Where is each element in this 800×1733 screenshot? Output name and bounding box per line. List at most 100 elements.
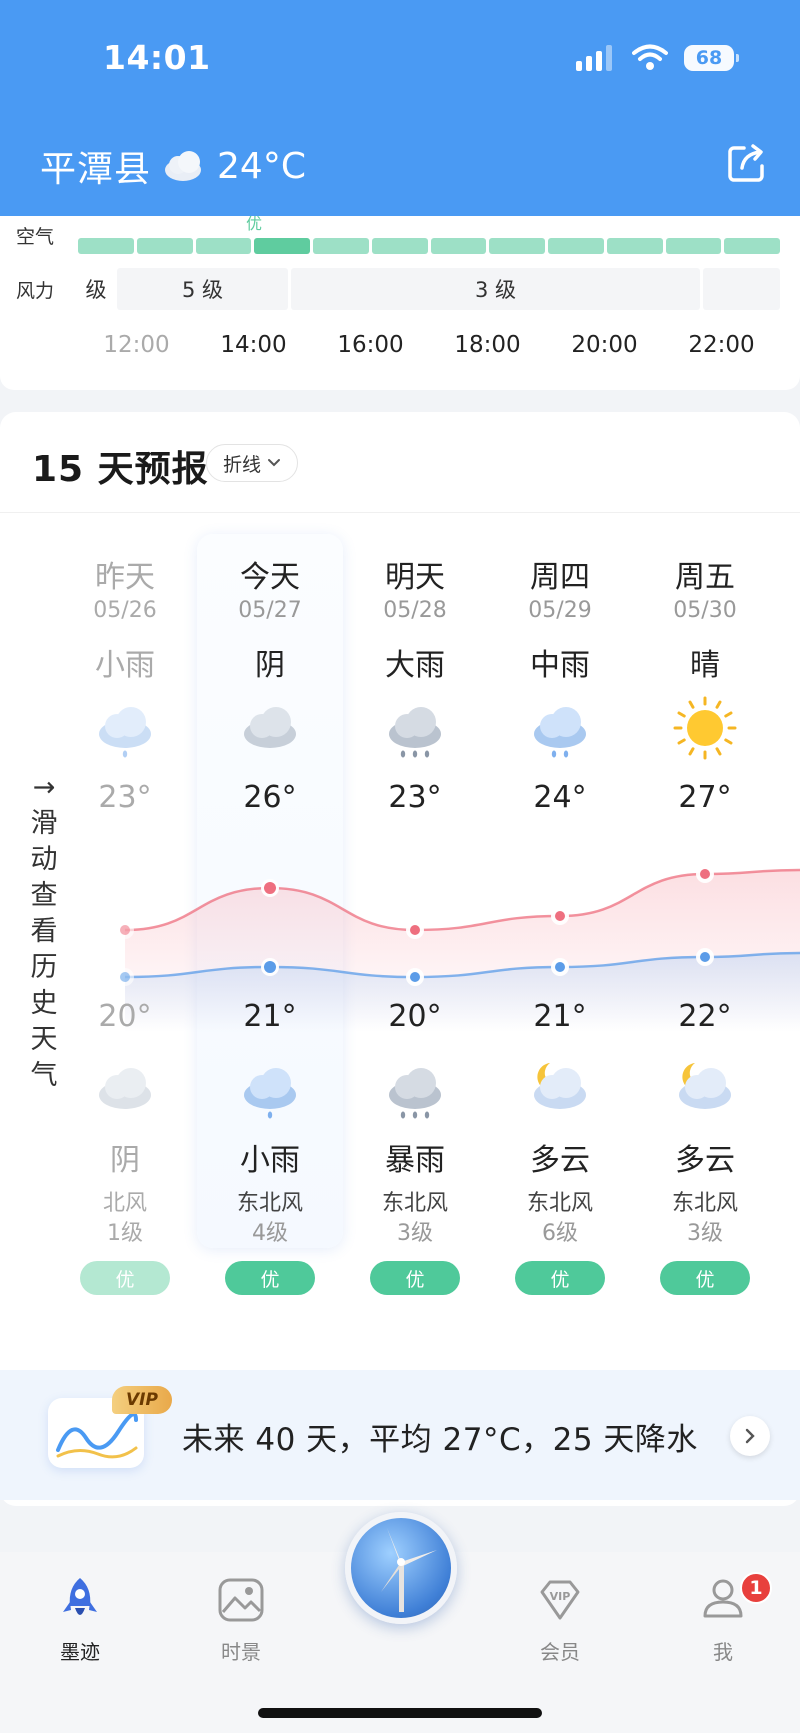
day-weather-icon	[238, 696, 302, 760]
arrow-right-icon: →	[32, 772, 56, 803]
svg-text:VIP: VIP	[550, 1590, 571, 1603]
hourly-forecast-card[interactable]: 空气 优 风力 级 5 级 3 级 12:00 14:00 16:00 18:0…	[0, 216, 800, 390]
night-condition: 小雨	[240, 1143, 300, 1178]
aq-segment	[606, 238, 663, 254]
center-video-button[interactable]	[345, 1512, 457, 1624]
overcast-cloud-icon	[244, 707, 296, 748]
aq-segment	[78, 238, 134, 254]
divider	[0, 512, 800, 513]
day-name: 昨天	[95, 560, 155, 595]
wind-direction: 东北风	[671, 1191, 738, 1216]
day-name: 今天	[240, 560, 300, 595]
day-name: 明天	[385, 560, 445, 595]
home-indicator[interactable]	[258, 1708, 542, 1718]
picture-icon	[218, 1578, 264, 1622]
day-weather-icon	[673, 696, 737, 760]
day-condition: 阴	[255, 648, 285, 683]
fifteen-day-forecast-card[interactable]: 15 天预报 折线 → 滑 动 查 看 历 史 天 气 昨天 05/26 小雨 …	[0, 412, 800, 1506]
day-weather-icon	[93, 696, 157, 760]
long-range-summary: 未来 40 天，平均 27°C，25 天降水	[182, 1422, 698, 1458]
air-quality-chip[interactable]: 优	[80, 1261, 170, 1295]
forecast-day-1[interactable]: 今天 05/27 阴 26°	[200, 552, 340, 820]
hour-label: 22:00	[688, 332, 755, 358]
moderate-rain-cloud-icon	[534, 707, 586, 758]
chevron-right-icon[interactable]	[730, 1416, 770, 1456]
vip-badge: VIP	[112, 1386, 172, 1414]
overcast-cloud-icon	[99, 1068, 151, 1109]
night-condition: 多云	[530, 1143, 590, 1178]
wind-segment: 级	[78, 268, 114, 310]
wind-direction: 东北风	[381, 1191, 448, 1216]
signal-icon	[576, 45, 612, 71]
chevron-down-icon	[268, 459, 281, 467]
chart-mode-dropdown[interactable]: 折线	[206, 444, 299, 482]
hour-label: 18:00	[454, 332, 521, 358]
forecast-day-3[interactable]: 周四 05/29 中雨 24°	[490, 552, 630, 820]
night-weather-icon	[383, 1057, 447, 1121]
location-row[interactable]: 平潭县 24°C	[40, 140, 306, 192]
low-temp-point	[410, 972, 420, 982]
day-condition: 晴	[690, 648, 720, 683]
long-range-forecast-banner[interactable]: VIP 未来 40 天，平均 27°C，25 天降水	[0, 1370, 800, 1500]
aq-segment	[548, 238, 604, 254]
day-date: 05/26	[93, 598, 157, 623]
low-temperature: 22°	[678, 999, 732, 1034]
wind-direction: 东北风	[236, 1191, 303, 1216]
wind-direction: 北风	[102, 1191, 147, 1216]
low-temperature: 20°	[388, 999, 442, 1034]
low-temp-point	[700, 952, 710, 962]
high-temp-point	[410, 925, 420, 935]
night-weather-icon	[528, 1057, 592, 1121]
day-date: 05/29	[528, 598, 592, 623]
low-temperature: 21°	[243, 999, 297, 1034]
vip-diamond-icon: VIP	[540, 1580, 580, 1620]
city-name[interactable]: 平潭县	[40, 140, 151, 192]
nav-label: 墨迹	[60, 1640, 100, 1664]
hour-label: 12:00	[103, 332, 170, 358]
air-quality-chip[interactable]: 优	[370, 1261, 460, 1295]
forecast-night-1[interactable]: 21° 小雨 东北风 4级 优	[200, 999, 340, 1295]
aq-segment	[489, 238, 545, 254]
low-temp-point	[120, 972, 130, 982]
share-button[interactable]	[724, 140, 770, 186]
high-temperature: 23°	[98, 780, 152, 815]
forecast-night-2[interactable]: 20° 暴雨 东北风 3级 优	[345, 999, 485, 1295]
nav-item-shijing[interactable]: 时景	[181, 1574, 301, 1665]
forecast-day-2[interactable]: 明天 05/28 大雨 23°	[345, 552, 485, 820]
rocket-icon	[63, 1578, 97, 1615]
hour-labels: 12:00 14:00 16:00 18:00 20:00 22:00	[78, 332, 780, 358]
forecast-night-4[interactable]: 22° 多云 东北风 3级 优	[635, 999, 775, 1295]
nav-item-moji[interactable]: 墨迹	[20, 1574, 140, 1665]
light-rain-cloud-icon	[99, 707, 151, 758]
battery-icon: 68	[684, 45, 739, 71]
high-temperature: 24°	[533, 780, 587, 815]
aq-segment	[254, 238, 310, 254]
chart-mode-label: 折线	[223, 453, 262, 476]
high-temp-point	[700, 869, 710, 879]
day-weather-icon	[383, 696, 447, 760]
hint-char: 气	[30, 1060, 58, 1091]
moon-cloud-icon	[679, 1063, 731, 1109]
moon-cloud-icon	[534, 1063, 586, 1109]
forecast-day-4[interactable]: 周五 05/30 晴 27°	[635, 552, 775, 820]
hour-label: 20:00	[571, 332, 638, 358]
air-quality-chip[interactable]: 优	[515, 1261, 605, 1295]
nav-item-vip[interactable]: VIP 会员	[500, 1574, 620, 1665]
low-temperature: 20°	[98, 999, 152, 1034]
high-temperature: 26°	[243, 780, 297, 815]
notification-badge: 1	[740, 1572, 772, 1604]
hour-label: 16:00	[337, 332, 404, 358]
forecast-night-3[interactable]: 21° 多云 东北风 6级 优	[490, 999, 630, 1295]
status-time: 14:01	[103, 38, 211, 77]
air-quality-peak-label: 优	[246, 216, 263, 233]
air-quality-chip[interactable]: 优	[225, 1261, 315, 1295]
air-quality-chip[interactable]: 优	[660, 1261, 750, 1295]
high-temp-point	[120, 925, 130, 935]
cloudy-icon	[165, 151, 202, 181]
forecast-night-0[interactable]: 20° 阴 北风 1级 优	[55, 999, 195, 1295]
current-temperature: 24°C	[217, 145, 306, 187]
heavy-rain-cloud-icon	[389, 707, 441, 758]
forecast-day-0[interactable]: 昨天 05/26 小雨 23°	[55, 552, 195, 820]
day-weather-icon	[528, 696, 592, 760]
high-temp-point	[555, 911, 565, 921]
